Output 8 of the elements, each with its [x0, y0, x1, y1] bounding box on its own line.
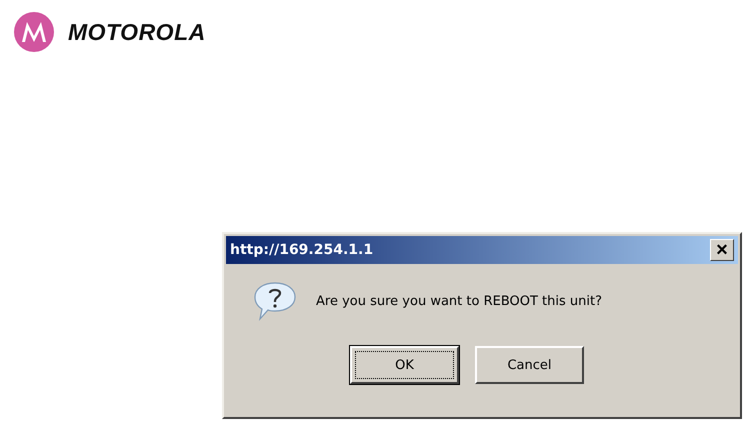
question-icon: [252, 280, 298, 322]
close-button[interactable]: ×: [710, 239, 734, 261]
logo-emblem-icon: [14, 12, 54, 52]
ok-button[interactable]: OK: [350, 346, 459, 384]
message-text: Are you sure you want to REBOOT this unit?: [316, 294, 602, 308]
logo-wordmark: MOTOROLA: [68, 18, 206, 46]
cancel-button[interactable]: Cancel: [475, 346, 584, 384]
window-title: http://169.254.1.1: [230, 242, 374, 258]
